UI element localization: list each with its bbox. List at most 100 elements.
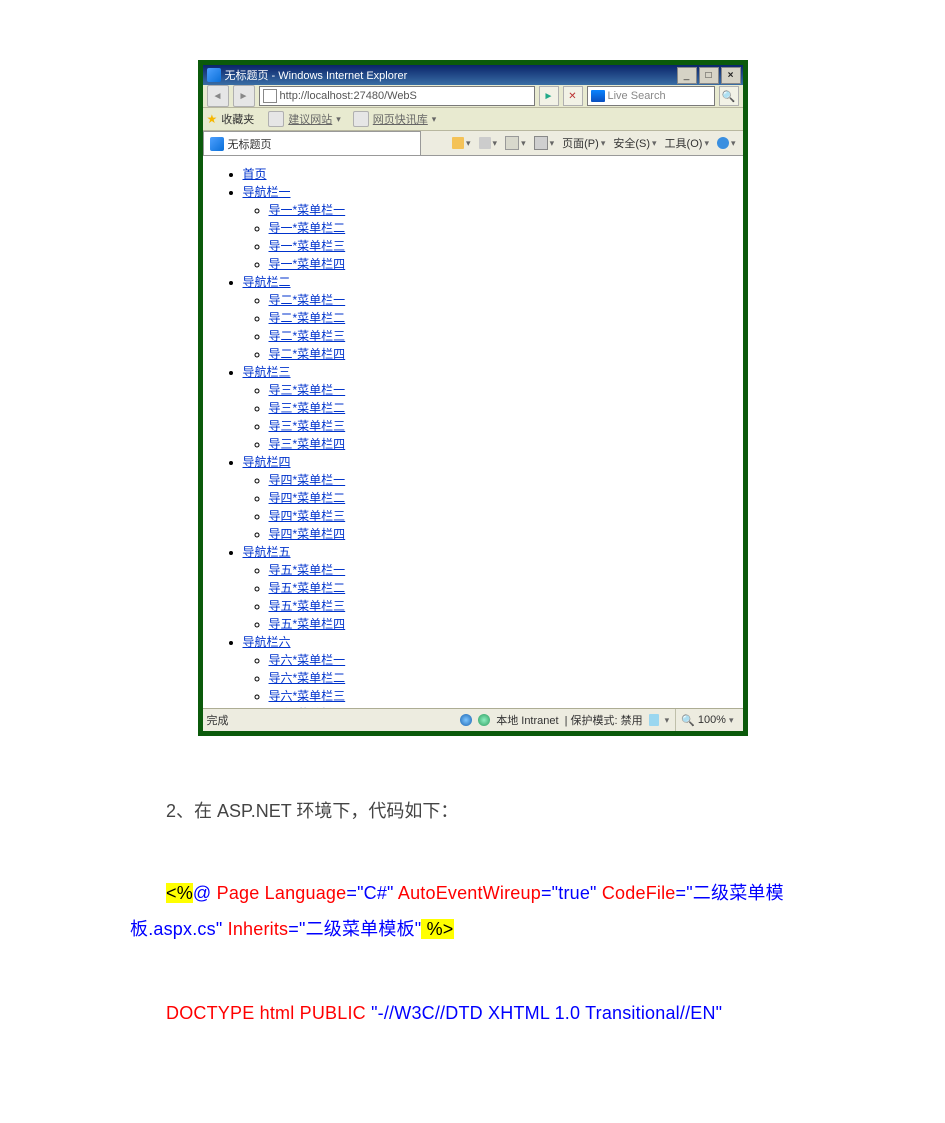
submenu-item: 导五*菜单栏二 — [269, 579, 729, 596]
submenu-item: 导三*菜单栏四 — [269, 435, 729, 452]
submenu-link[interactable]: 导五*菜单栏一 — [269, 563, 346, 577]
submenu-link[interactable]: 导五*菜单栏二 — [269, 581, 346, 595]
code-at: @ — [193, 883, 211, 903]
browser-tab[interactable]: 无标题页 — [203, 131, 421, 155]
magnify-icon: 🔍 — [681, 714, 695, 727]
submenu-link[interactable]: 导三*菜单栏三 — [269, 419, 346, 433]
help-icon — [717, 137, 729, 149]
code-eq: = — [346, 883, 357, 903]
help-button[interactable]: ▾ — [714, 137, 739, 149]
nav-link[interactable]: 导航栏四 — [243, 455, 291, 469]
code-close-tag: %> — [421, 919, 453, 939]
submenu-link[interactable]: 导三*菜单栏二 — [269, 401, 346, 415]
submenu-link[interactable]: 导六*菜单栏一 — [269, 653, 346, 667]
submenu-list: 导五*菜单栏一导五*菜单栏二导五*菜单栏三导五*菜单栏四 — [243, 561, 729, 632]
submenu-item: 导一*菜单栏三 — [269, 237, 729, 254]
nav-list: 首页导航栏一导一*菜单栏一导一*菜单栏二导一*菜单栏三导一*菜单栏四导航栏二导二… — [217, 165, 729, 708]
print-button[interactable]: ▾ — [531, 136, 558, 150]
window-title: 无标题页 - Windows Internet Explorer — [225, 67, 677, 83]
rss-button[interactable]: ▾ — [476, 137, 501, 149]
web-slice-link[interactable]: 网页快讯库 — [373, 111, 428, 127]
submenu-link[interactable]: 导六*菜单栏二 — [269, 671, 346, 685]
nav-link[interactable]: 导航栏二 — [243, 275, 291, 289]
code-inherits-key: Inherits — [222, 919, 288, 939]
status-done: 完成 — [207, 712, 267, 728]
submenu-link[interactable]: 导一*菜单栏一 — [269, 203, 346, 217]
submenu-link[interactable]: 导一*菜单栏四 — [269, 257, 346, 271]
nav-link[interactable]: 导航栏五 — [243, 545, 291, 559]
magnify-icon: 🔍 — [722, 90, 736, 103]
page-menu[interactable]: 页面(P)▾ — [559, 135, 608, 151]
address-bar[interactable]: http://localhost:27480/WebS — [259, 86, 535, 106]
code-page: Page — [211, 883, 264, 903]
forward-button[interactable]: ► — [233, 85, 255, 107]
address-bar-row: ◄ ► http://localhost:27480/WebS ► ✕ Live… — [203, 85, 743, 108]
code-aew-key: AutoEventWireup — [394, 883, 541, 903]
sites-icon — [268, 111, 284, 127]
nav-link[interactable]: 导航栏六 — [243, 635, 291, 649]
search-box[interactable]: Live Search — [587, 86, 715, 106]
submenu-link[interactable]: 导三*菜单栏一 — [269, 383, 346, 397]
submenu-link[interactable]: 导二*菜单栏一 — [269, 293, 346, 307]
safety-menu[interactable]: 安全(S)▾ — [610, 135, 659, 151]
submenu-item: 导四*菜单栏三 — [269, 507, 729, 524]
page-icon — [263, 89, 277, 103]
ie-tab-icon — [210, 137, 224, 151]
zone-text: 本地 Intranet — [496, 712, 558, 728]
submenu-link[interactable]: 导二*菜单栏二 — [269, 311, 346, 325]
go-button[interactable]: ► — [539, 86, 559, 106]
nav-link[interactable]: 首页 — [243, 167, 267, 181]
submenu-list: 导一*菜单栏一导一*菜单栏二导一*菜单栏三导一*菜单栏四 — [243, 201, 729, 272]
nav-item: 导航栏一导一*菜单栏一导一*菜单栏二导一*菜单栏三导一*菜单栏四 — [243, 183, 729, 272]
doctype-d: "-//W3C//DTD XHTML 1.0 Transitional//EN" — [366, 1003, 722, 1023]
nav-link[interactable]: 导航栏三 — [243, 365, 291, 379]
favorites-label[interactable]: 收藏夹 — [221, 111, 254, 127]
tools-menu[interactable]: 工具(O)▾ — [662, 135, 712, 151]
code-language-key: Language — [265, 883, 347, 903]
stop-button[interactable]: ✕ — [563, 86, 583, 106]
code-language-val: "C#" — [357, 883, 394, 903]
submenu-list: 导四*菜单栏一导四*菜单栏二导四*菜单栏三导四*菜单栏四 — [243, 471, 729, 542]
minimize-button[interactable]: _ — [677, 67, 697, 84]
submenu-item: 导二*菜单栏四 — [269, 345, 729, 362]
chevron-down-icon: ▾ — [729, 715, 734, 726]
submenu-link[interactable]: 导五*菜单栏三 — [269, 599, 346, 613]
tab-row: 无标题页 ▾ ▾ ▾ ▾ 页面(P)▾ 安全(S)▾ 工具(O)▾ ▾ — [203, 131, 743, 156]
maximize-button[interactable]: □ — [699, 67, 719, 84]
code-eq: = — [541, 883, 552, 903]
back-button[interactable]: ◄ — [207, 85, 229, 107]
protected-mode: | 保护模式: 禁用 — [565, 712, 643, 728]
submenu-link[interactable]: 导四*菜单栏四 — [269, 527, 346, 541]
home-button[interactable]: ▾ — [449, 137, 474, 149]
ie-logo-icon — [207, 68, 221, 82]
submenu-item: 导二*菜单栏一 — [269, 291, 729, 308]
submenu-item: 导四*菜单栏一 — [269, 471, 729, 488]
submenu-link[interactable]: 导二*菜单栏四 — [269, 347, 346, 361]
code-codefile-key: CodeFile — [597, 883, 676, 903]
mail-button[interactable]: ▾ — [502, 136, 529, 150]
submenu-link[interactable]: 导一*菜单栏三 — [269, 239, 346, 253]
submenu-link[interactable]: 导二*菜单栏三 — [269, 329, 346, 343]
submenu-item: 导一*菜单栏一 — [269, 201, 729, 218]
ie-titlebar: 无标题页 - Windows Internet Explorer _ □ × — [203, 65, 743, 85]
doctype-c: PUBLIC — [294, 1003, 365, 1023]
submenu-link[interactable]: 导四*菜单栏三 — [269, 509, 346, 523]
zoom-control[interactable]: 🔍 100% ▾ — [675, 709, 738, 731]
submenu-item: 导四*菜单栏四 — [269, 525, 729, 542]
doctype-a: DOCTYPE — [166, 1003, 254, 1023]
search-button[interactable]: 🔍 — [719, 86, 739, 106]
submenu-link[interactable]: 导六*菜单栏三 — [269, 689, 346, 703]
close-button[interactable]: × — [721, 67, 741, 84]
submenu-link[interactable]: 导四*菜单栏二 — [269, 491, 346, 505]
nav-link[interactable]: 导航栏一 — [243, 185, 291, 199]
code-aew-val: "true" — [552, 883, 597, 903]
submenu-link[interactable]: 导五*菜单栏四 — [269, 617, 346, 631]
intro-paragraph: 2、在 ASP.NET 环境下，代码如下： — [130, 796, 815, 827]
suggested-sites-link[interactable]: 建议网站 — [288, 111, 332, 127]
submenu-link[interactable]: 导一*菜单栏二 — [269, 221, 346, 235]
submenu-link[interactable]: 导六*菜单栏四 — [269, 707, 346, 708]
submenu-item: 导五*菜单栏一 — [269, 561, 729, 578]
submenu-link[interactable]: 导三*菜单栏四 — [269, 437, 346, 451]
rss-icon — [479, 137, 491, 149]
submenu-link[interactable]: 导四*菜单栏一 — [269, 473, 346, 487]
